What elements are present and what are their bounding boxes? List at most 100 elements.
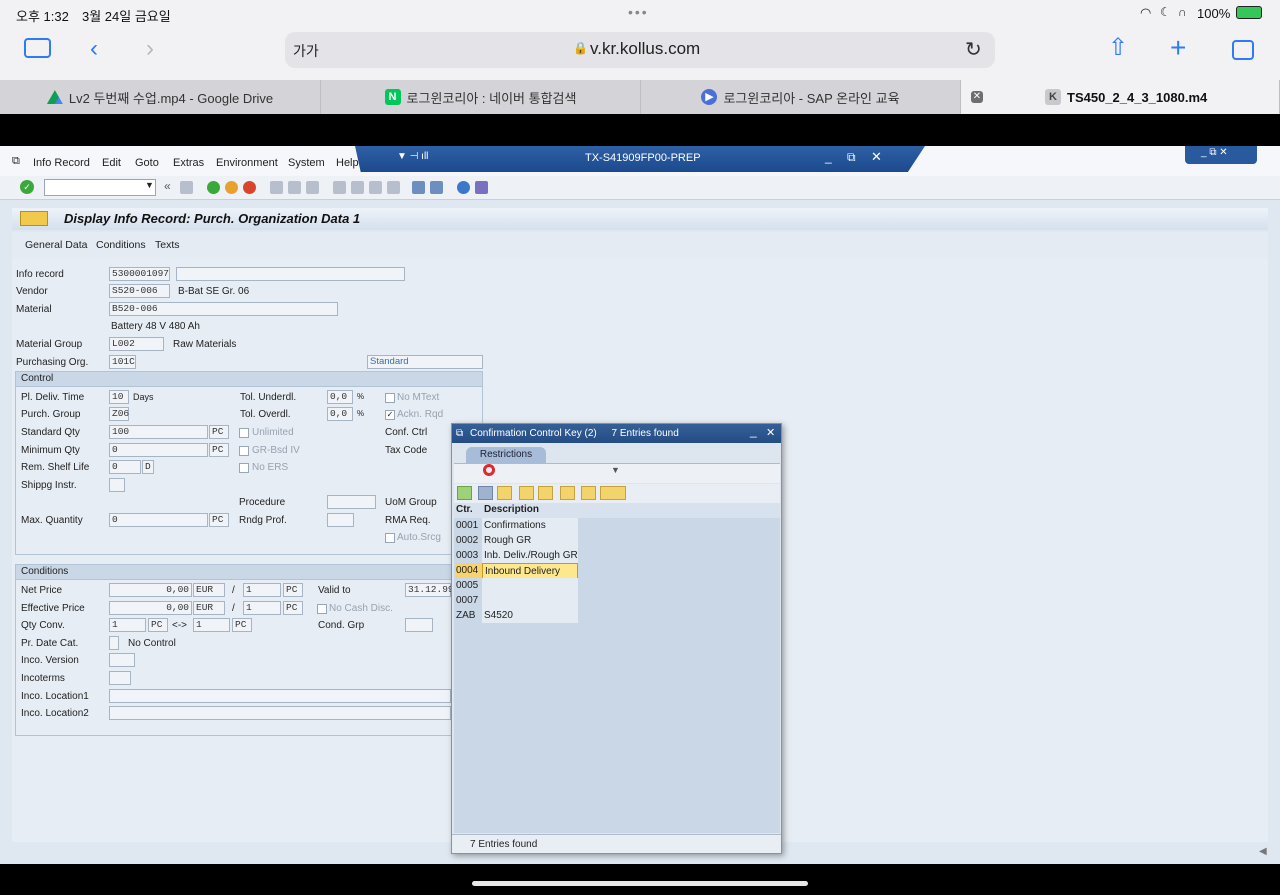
inco-loc1-field[interactable] — [109, 689, 451, 703]
find-icon[interactable] — [288, 181, 301, 194]
popup-favorite-icon[interactable] — [560, 486, 575, 500]
eff-price-per[interactable]: 1 — [243, 601, 281, 615]
cancel-icon[interactable] — [243, 181, 256, 194]
more-dots-icon[interactable]: ••• — [628, 4, 649, 20]
qty-conv-unit-2[interactable]: PC — [232, 618, 252, 632]
no-ers-checkbox[interactable] — [239, 463, 249, 473]
enter-check-icon[interactable]: ✓ — [20, 180, 34, 194]
tab-texts[interactable]: Texts — [155, 239, 180, 251]
new-tab-icon[interactable]: + — [1170, 34, 1186, 62]
next-page-icon[interactable] — [369, 181, 382, 194]
col-header-description[interactable]: Description — [484, 504, 539, 515]
auto-srcg-checkbox[interactable] — [385, 533, 395, 543]
ackn-rqd-checkbox[interactable]: ✓ — [385, 410, 395, 420]
menu-edit[interactable]: Edit — [102, 157, 121, 169]
browser-tab-2[interactable]: N 로그윈코리아 : 네이버 통합검색 — [321, 80, 641, 114]
menu-info-record[interactable]: Info Record — [33, 157, 90, 169]
menu-goto[interactable]: Goto — [135, 157, 159, 169]
minimum-qty-field[interactable]: 0 — [109, 443, 208, 457]
browser-tab-3[interactable]: ▶ 로그윈코리아 - SAP 온라인 교육 — [641, 80, 961, 114]
print-icon[interactable] — [270, 181, 283, 194]
popup-print-icon[interactable] — [600, 486, 626, 500]
shipping-instr-field[interactable] — [109, 478, 125, 492]
prev-page-icon[interactable] — [351, 181, 364, 194]
popup-search-icon[interactable] — [497, 486, 512, 500]
valid-to-field[interactable]: 31.12.99 — [405, 583, 454, 597]
col-header-key[interactable]: Ctr. — [456, 504, 473, 515]
pr-date-cat-field[interactable] — [109, 636, 119, 650]
no-mtext-checkbox[interactable] — [385, 393, 395, 403]
qty-conv-unit-1[interactable]: PC — [148, 618, 168, 632]
sidebar-icon[interactable] — [24, 38, 51, 58]
no-cash-disc-checkbox[interactable] — [317, 604, 327, 614]
minimum-qty-unit[interactable]: PC — [209, 443, 229, 457]
help-icon[interactable] — [457, 181, 470, 194]
first-page-icon[interactable] — [333, 181, 346, 194]
shelf-life-unit[interactable]: D — [142, 460, 154, 474]
expand-restrictions-icon[interactable]: ▼ — [611, 465, 620, 475]
reload-icon[interactable]: ↻ — [965, 37, 982, 62]
standard-qty-field[interactable]: 100 — [109, 425, 208, 439]
inco-version-field[interactable] — [109, 653, 135, 667]
rem-shelf-life-field[interactable]: 0 — [109, 460, 141, 474]
standard-field[interactable]: Standard — [367, 355, 483, 369]
max-qty-unit[interactable]: PC — [209, 513, 229, 527]
title-menu-icon[interactable] — [20, 211, 48, 226]
menu-environment[interactable]: Environment — [216, 157, 278, 169]
exit-icon[interactable] — [225, 181, 238, 194]
popup-close-icon[interactable]: ✕ — [766, 424, 775, 443]
vendor-field[interactable]: S520-006 — [109, 284, 170, 298]
close-tab-icon[interactable]: ✕ — [971, 91, 983, 103]
net-price-per-unit[interactable]: PC — [283, 583, 303, 597]
popup-find-next-icon[interactable] — [538, 486, 553, 500]
menu-help[interactable]: Help — [336, 157, 359, 169]
incoterms-field[interactable] — [109, 671, 131, 685]
eff-price-field[interactable]: 0,00 — [109, 601, 192, 615]
tol-overdl-field[interactable]: 0,0 — [327, 407, 353, 421]
tol-underdl-field[interactable]: 0,0 — [327, 390, 353, 404]
reader-text-size[interactable]: 가가 — [293, 41, 319, 61]
popup-cancel-icon[interactable] — [478, 486, 493, 500]
collapse-icon[interactable]: « — [164, 179, 171, 193]
browser-tab-4-active[interactable]: ✕ K TS450_2_4_3_1080.m4 — [961, 80, 1280, 114]
qty-conv-field-2[interactable]: 1 — [193, 618, 230, 632]
qty-conv-field-1[interactable]: 1 — [109, 618, 146, 632]
command-field[interactable] — [44, 179, 156, 196]
back-nav-icon[interactable] — [207, 181, 220, 194]
scroll-left-icon[interactable]: ◀ — [1259, 846, 1267, 857]
unlimited-checkbox[interactable] — [239, 428, 249, 438]
eff-price-per-unit[interactable]: PC — [283, 601, 303, 615]
popup-find-icon[interactable] — [519, 486, 534, 500]
find-next-icon[interactable] — [306, 181, 319, 194]
purch-org-field[interactable]: 101C — [109, 355, 136, 369]
max-qty-field[interactable]: 0 — [109, 513, 208, 527]
command-dropdown-icon[interactable]: ▼ — [145, 180, 154, 190]
popup-help-icon[interactable] — [581, 486, 596, 500]
standard-qty-unit[interactable]: PC — [209, 425, 229, 439]
popup-confirm-icon[interactable] — [457, 486, 472, 500]
browser-tab-1[interactable]: Lv2 두번째 수업.mp4 - Google Drive — [0, 80, 321, 114]
last-page-icon[interactable] — [387, 181, 400, 194]
sap-window-icon[interactable]: ⧉ — [12, 155, 20, 168]
restrictions-tab[interactable]: Restrictions — [466, 447, 546, 463]
shortcut-icon[interactable] — [430, 181, 443, 194]
info-record-field[interactable]: 5300001097 — [109, 267, 170, 281]
tab-general-data[interactable]: General Data — [25, 239, 87, 251]
net-price-field[interactable]: 0,00 — [109, 583, 192, 597]
material-group-field[interactable]: L002 — [109, 337, 164, 351]
purch-group-field[interactable]: Z06 — [109, 407, 129, 421]
tabs-overview-icon[interactable] — [1232, 40, 1254, 60]
home-indicator[interactable] — [472, 881, 808, 886]
new-session-icon[interactable] — [412, 181, 425, 194]
close-icon[interactable]: ✕ — [871, 149, 882, 165]
popup-minimize-icon[interactable]: _ — [750, 422, 757, 441]
cond-grp-field[interactable] — [405, 618, 433, 632]
save-icon[interactable] — [180, 181, 193, 194]
back-icon[interactable]: ‹ — [90, 37, 98, 61]
pl-deliv-time-field[interactable]: 10 — [109, 390, 129, 404]
net-price-currency[interactable]: EUR — [193, 583, 225, 597]
material-field[interactable]: B520-006 — [109, 302, 338, 316]
gr-bsd-iv-checkbox[interactable] — [239, 446, 249, 456]
inco-loc2-field[interactable] — [109, 706, 451, 720]
layout-icon[interactable] — [475, 181, 488, 194]
